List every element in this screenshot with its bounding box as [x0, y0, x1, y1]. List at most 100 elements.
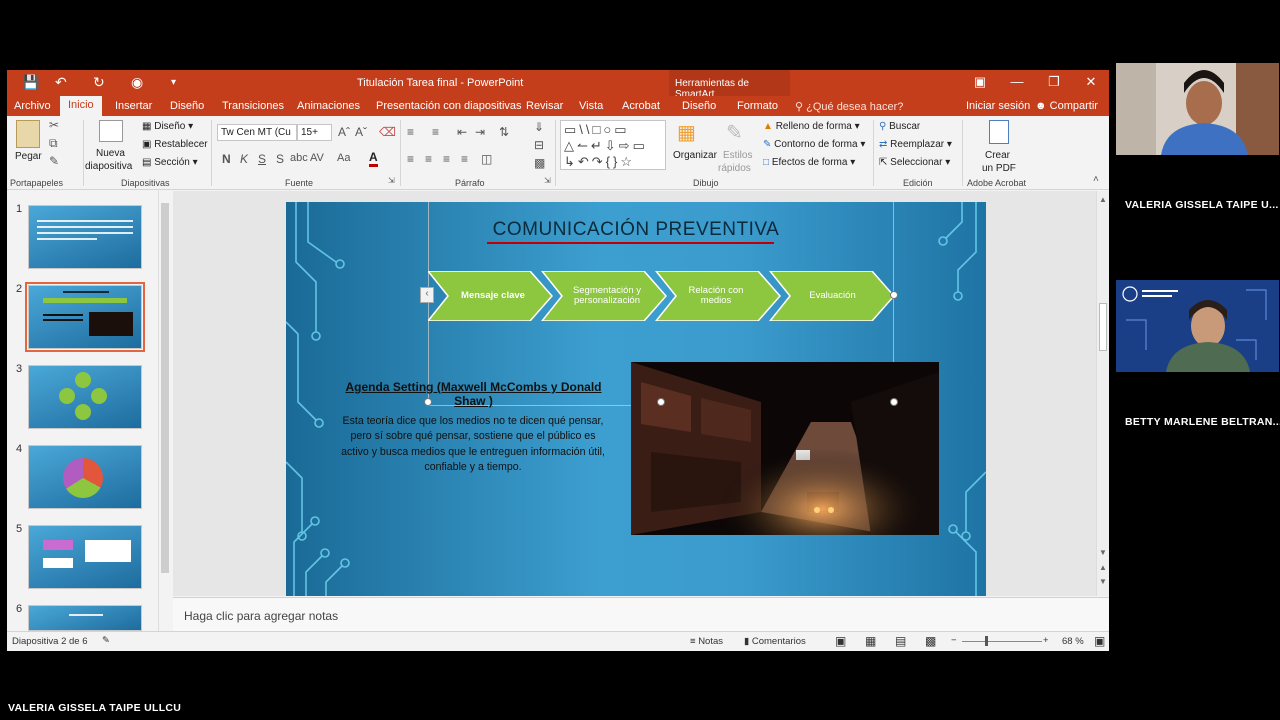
paste-icon[interactable]: [16, 120, 40, 148]
layout-button[interactable]: ▦ Diseño ▾: [142, 121, 193, 132]
next-slide-icon[interactable]: ▼: [1099, 577, 1107, 586]
undo-icon[interactable]: ↶: [55, 74, 67, 91]
align-center-icon[interactable]: ≡: [425, 152, 432, 166]
tab-vista[interactable]: Vista: [579, 100, 603, 112]
create-pdf-icon[interactable]: [989, 120, 1009, 144]
shapes-gallery[interactable]: ▭\\□○▭ △↼↵⇩⇨▭ ↳↶↷{}☆: [560, 120, 666, 170]
convert-smartart-icon[interactable]: ▩: [534, 156, 545, 170]
slide-thumbnail-4[interactable]: [28, 445, 142, 509]
justify-icon[interactable]: ≡: [461, 152, 468, 166]
scroll-up-icon[interactable]: ▲: [1099, 195, 1107, 204]
zoom-slider-thumb[interactable]: [985, 636, 988, 646]
previous-slide-icon[interactable]: ▲: [1099, 563, 1107, 572]
font-name-combo[interactable]: Tw Cen MT (Cu: [217, 124, 297, 141]
share-button[interactable]: ☻ Compartir: [1035, 100, 1098, 112]
create-pdf-label-2[interactable]: un PDF: [982, 163, 1016, 174]
resize-handle[interactable]: [890, 398, 898, 406]
tab-acrobat[interactable]: Acrobat: [622, 100, 660, 112]
quick-styles-label-1[interactable]: Estilos: [723, 150, 752, 161]
copy-icon[interactable]: ⧉: [49, 136, 58, 151]
reading-view-icon[interactable]: ▤: [895, 634, 906, 648]
minimize-icon[interactable]: —: [1007, 74, 1027, 92]
clear-format-icon[interactable]: ⌫: [379, 125, 396, 139]
scroll-thumb[interactable]: [161, 203, 169, 573]
italic-icon[interactable]: K: [240, 152, 248, 166]
ribbon-display-icon[interactable]: ▣: [970, 74, 990, 92]
tab-inicio[interactable]: Inicio: [60, 96, 102, 116]
zoom-level[interactable]: 68 %: [1062, 636, 1084, 647]
grow-font-icon[interactable]: Aˆ: [338, 125, 350, 139]
tab-archivo[interactable]: Archivo: [14, 100, 51, 112]
numbering-icon[interactable]: ≡: [432, 125, 439, 139]
present-icon[interactable]: ◉: [131, 74, 143, 91]
new-slide-icon[interactable]: [99, 120, 123, 142]
replace-button[interactable]: ⇄ Reemplazar ▾: [879, 139, 952, 150]
align-right-icon[interactable]: ≡: [443, 152, 450, 166]
font-size-combo[interactable]: 15+: [297, 124, 332, 141]
normal-view-icon[interactable]: ▣: [835, 634, 846, 648]
shape-outline-button[interactable]: ✎ Contorno de forma ▾: [763, 139, 865, 150]
char-spacing-icon[interactable]: AV: [310, 152, 324, 164]
customize-qat-icon[interactable]: ▾: [171, 77, 176, 88]
resize-handle[interactable]: [657, 398, 665, 406]
close-icon[interactable]: ✕: [1081, 74, 1101, 92]
arrange-button[interactable]: Organizar: [673, 150, 717, 161]
tab-animaciones[interactable]: Animaciones: [297, 100, 360, 112]
find-button[interactable]: ⚲ Buscar: [879, 121, 920, 132]
font-color-icon[interactable]: A: [369, 150, 378, 167]
align-left-icon[interactable]: ≡: [407, 152, 414, 166]
slide-thumbnail-5[interactable]: [28, 525, 142, 589]
process-step-2[interactable]: Segmentación y personalización: [562, 271, 652, 321]
paragraph-launcher-icon[interactable]: ⇲: [544, 176, 551, 185]
slideshow-icon[interactable]: ▩: [925, 634, 936, 648]
shape-fill-button[interactable]: ▲ Relleno de forma ▾: [763, 121, 860, 132]
slide-thumbnail-2[interactable]: [25, 282, 145, 352]
tab-smartart-diseno[interactable]: Diseño: [682, 100, 716, 112]
thumbnails-scrollbar[interactable]: [158, 191, 170, 631]
tab-diseno[interactable]: Diseño: [170, 100, 204, 112]
tell-me-search[interactable]: ⚲ ¿Qué desea hacer?: [795, 100, 903, 113]
fit-slide-icon[interactable]: ▣: [1094, 634, 1105, 648]
strikethrough-icon[interactable]: abc: [290, 152, 308, 164]
shrink-font-icon[interactable]: Aˇ: [355, 125, 367, 139]
slide-thumbnail-1[interactable]: [28, 205, 142, 269]
decrease-indent-icon[interactable]: ⇤: [457, 125, 467, 139]
redo-icon[interactable]: ↻: [93, 74, 105, 91]
tab-transiciones[interactable]: Transiciones: [222, 100, 284, 112]
scroll-down-icon[interactable]: ▼: [1099, 548, 1107, 557]
underline-icon[interactable]: S: [258, 152, 266, 166]
text-direction-icon[interactable]: ⇓: [534, 120, 544, 134]
slide-canvas[interactable]: COMUNICACIÓN PREVENTIVA ‹ Mensaje clave …: [286, 202, 986, 596]
select-button[interactable]: ⇱ Seleccionar ▾: [879, 157, 950, 168]
zoom-slider[interactable]: [962, 641, 1042, 642]
quick-styles-label-2[interactable]: rápidos: [718, 163, 751, 174]
create-pdf-label-1[interactable]: Crear: [985, 150, 1010, 161]
format-painter-icon[interactable]: ✎: [49, 154, 59, 168]
bold-icon[interactable]: N: [222, 152, 231, 166]
tab-presentacion[interactable]: Presentación con diapositivas: [376, 100, 522, 112]
process-step-4[interactable]: Evaluación: [790, 271, 875, 321]
sign-in-link[interactable]: Iniciar sesión: [966, 100, 1030, 112]
quick-styles-icon[interactable]: ✎: [726, 120, 743, 145]
tab-revisar[interactable]: Revisar: [526, 100, 563, 112]
text-body[interactable]: Esta teoría dice que los medios no te di…: [338, 414, 608, 475]
notes-button[interactable]: ≡ Notas: [690, 636, 723, 647]
comments-button[interactable]: ▮ Comentarios: [744, 636, 806, 647]
line-spacing-icon[interactable]: ⇅: [499, 125, 509, 139]
street-night-photo[interactable]: [631, 362, 939, 535]
zoom-in-icon[interactable]: +: [1043, 635, 1049, 646]
spell-check-icon[interactable]: ✎: [102, 635, 110, 646]
tab-insertar[interactable]: Insertar: [115, 100, 152, 112]
section-button[interactable]: ▤ Sección ▾: [142, 157, 198, 168]
slide-thumbnail-6[interactable]: [28, 605, 142, 631]
slide-scrollbar[interactable]: ▲ ▼ ▲ ▼: [1096, 191, 1109, 596]
process-step-1[interactable]: Mensaje clave: [448, 271, 538, 321]
bullets-icon[interactable]: ≡: [407, 125, 414, 139]
slide-sorter-icon[interactable]: ▦: [865, 634, 876, 648]
change-case-icon[interactable]: Aa: [337, 152, 350, 164]
save-icon[interactable]: 💾: [22, 74, 39, 91]
new-slide-label-2[interactable]: diapositiva: [85, 161, 132, 172]
zoom-out-icon[interactable]: −: [951, 635, 957, 646]
resize-handle[interactable]: [424, 398, 432, 406]
slide-thumbnail-3[interactable]: [28, 365, 142, 429]
